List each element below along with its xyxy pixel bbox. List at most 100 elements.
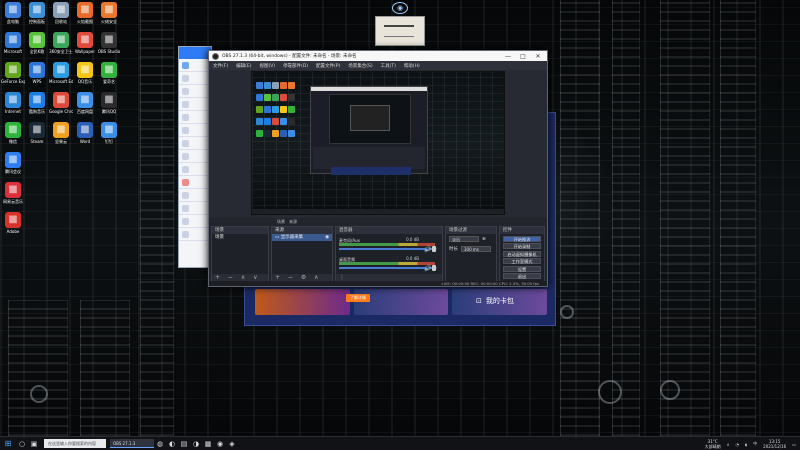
maximize-button[interactable]: □ — [517, 53, 529, 60]
floating-app-badge-icon[interactable]: ◉ — [392, 2, 408, 14]
desktop-shortcut[interactable]: ■ 此电脑 — [1, 2, 25, 24]
desktop-shortcut[interactable]: ■ 火绒安全 — [97, 2, 121, 24]
obs-window-title: OBS 27.1.3 (64-bit, windows) - 配置文件: 未命名… — [222, 54, 357, 59]
obs-window[interactable]: OBS 27.1.3 (64-bit, windows) - 配置文件: 未命名… — [208, 50, 548, 288]
volume-icon[interactable]: ◖ — [745, 442, 747, 447]
desktop-shortcut[interactable]: ■ 控制面板 — [25, 2, 49, 24]
menu-help[interactable]: 帮助(H) — [404, 63, 420, 69]
desktop-shortcut-label: Microsoft — [3, 49, 23, 54]
mic-speaker-icon[interactable]: 🔊⚙ — [424, 246, 437, 253]
studio-mode-button[interactable]: 工作室模式 — [503, 258, 541, 264]
desktop-shortcut[interactable]: ■ Word — [73, 122, 97, 144]
desktop-shortcut[interactable]: ■ 回收站 — [49, 2, 73, 24]
start-streaming-button[interactable]: 开始推流 — [503, 235, 541, 242]
scenes-toolbar[interactable]: + − ∧ ∨ — [212, 274, 268, 281]
tab-sources[interactable]: 来源 — [289, 219, 297, 225]
word-icon: ■ — [77, 122, 93, 138]
taskbar-search-input[interactable]: 在这里输入你要搜索的内容 — [44, 439, 106, 448]
obs-title-bar[interactable]: OBS 27.1.3 (64-bit, windows) - 配置文件: 未命名… — [209, 51, 547, 61]
desktop-shortcut-label: 360安全卫士 — [49, 49, 73, 54]
desktop-shortcut[interactable]: ■ 酷狗音乐 — [25, 92, 49, 114]
tray-chevron-icon[interactable]: ∧ — [727, 442, 730, 447]
learn-more-button[interactable]: 了解详情 — [346, 294, 370, 302]
desktop-shortcut[interactable]: ■ 坚果云 — [49, 122, 73, 144]
folder-taskbar-icon[interactable]: ▤ — [178, 440, 190, 448]
edge-taskbar-icon[interactable]: ◑ — [190, 440, 202, 448]
desktop-shortcut[interactable]: ■Google Chrome — [49, 92, 73, 114]
source-item[interactable]: ▭ 显示器采集 ◉ — [272, 234, 332, 241]
desktop-shortcut-label: Microsoft Edge — [49, 79, 73, 84]
desktop-shortcut[interactable]: ■ 腾讯会议 — [1, 152, 25, 174]
store-taskbar-icon[interactable]: ▦ — [202, 440, 214, 448]
taskbar-clock[interactable]: 13:15 2021/12/16 — [763, 439, 786, 449]
menu-scene-collection[interactable]: 场景集合(S) — [348, 63, 372, 69]
controls-dock: 控件 开始推流 开始录制 启动虚拟摄像机 工作室模式 设置 退出 — [499, 226, 545, 282]
obs-preview-canvas[interactable] — [251, 71, 505, 215]
desktop-shortcut-label: Google Chrome — [49, 109, 73, 114]
add-transition-icon[interactable]: ⊕ — [482, 237, 486, 242]
desktop-shortcut[interactable]: ■ Wallpaper — [73, 32, 97, 54]
menu-tools[interactable]: 工具(T) — [381, 63, 396, 69]
taskbar-pinned-app-icon[interactable]: ▣ — [28, 440, 40, 448]
desktop-shortcut-label: 此电脑 — [7, 19, 19, 24]
transition-type-select[interactable]: 淡出 — [449, 236, 479, 242]
desktop-shortcut[interactable]: ■ 钉钉 — [97, 122, 121, 144]
menu-profile[interactable]: 配置文件(P) — [316, 63, 340, 69]
weather-widget[interactable]: 31°C 大部晴朗 — [705, 439, 721, 449]
desktop-shortcut[interactable]: ■ 360安全卫士 — [49, 32, 73, 54]
desktop-shortcut[interactable]: ■ Steam — [25, 122, 49, 144]
desktop-shortcut-label: Word — [79, 139, 91, 144]
desktop-shortcut-label: 钉钉 — [105, 139, 113, 144]
preview-desktop-icon — [264, 94, 271, 101]
menu-docks[interactable]: 停靠部件(D) — [283, 63, 308, 69]
mixer-toolbar[interactable]: ⋮ — [336, 274, 442, 281]
desktop-speaker-icon[interactable]: 🔊⚙ — [424, 265, 437, 272]
desktop-shortcut[interactable]: ■ Internet — [1, 92, 25, 114]
desktop-shortcut[interactable]: ■GeForce Experience — [1, 62, 25, 84]
mic-channel-db: 0.0 dB — [406, 237, 419, 242]
desktop-shortcut[interactable]: ■ QQ音乐 — [73, 62, 97, 84]
ime-icon[interactable]: 中 — [753, 441, 757, 447]
obs-taskbar-icon[interactable]: ◉ — [214, 440, 226, 448]
desktop-shortcut[interactable]: ■ 百度网盘 — [73, 92, 97, 114]
start-virtual-camera-button[interactable]: 启动虚拟摄像机 — [503, 250, 541, 257]
close-button[interactable]: ✕ — [532, 53, 544, 60]
menu-file[interactable]: 文件(F) — [213, 63, 228, 69]
desktop-shortcut[interactable]: ■ 全民K歌 — [25, 32, 49, 54]
floating-image-thumbnail[interactable] — [375, 16, 425, 46]
windows-start-icon[interactable]: ⊞ — [0, 439, 16, 448]
taskbar-obs-task[interactable]: OBS 27.1.3 — [110, 439, 154, 448]
chrome-taskbar-icon[interactable]: ◍ — [154, 440, 166, 448]
app-taskbar-icon[interactable]: ◈ — [226, 440, 238, 448]
scene-item[interactable]: 场景 — [212, 234, 268, 241]
network-icon[interactable]: ◔ — [736, 442, 740, 447]
desktop-shortcut[interactable]: ■ 网易云音乐 — [1, 182, 25, 204]
preview-desktop-icon — [280, 130, 287, 137]
sources-toolbar[interactable]: + − ⚙ ∧ ∨ — [272, 274, 332, 288]
chat-app-window[interactable] — [178, 46, 212, 268]
desktop-shortcut[interactable]: ■ WPS — [25, 62, 49, 84]
desktop-shortcut[interactable]: ■ 火焰截图 — [73, 2, 97, 24]
eye-icon[interactable]: ◉ — [325, 234, 329, 241]
desktop-shortcut[interactable]: ■ OBS Studio — [97, 32, 121, 54]
duration-input[interactable]: 300 ms — [461, 246, 491, 252]
tab-scenes[interactable]: 场景 — [277, 219, 285, 225]
settings-button[interactable]: 设置 — [503, 265, 541, 272]
card-pack-widget[interactable]: ⊡ 我的卡包 — [476, 294, 548, 308]
minimize-button[interactable]: — — [502, 53, 514, 60]
mic-volume-slider[interactable] — [339, 246, 436, 252]
desktop-shortcut[interactable]: ■ 微信 — [1, 122, 25, 144]
desktop-shortcut[interactable]: ■ 腾讯QQ — [97, 92, 121, 114]
task-view-icon[interactable]: ○ — [16, 440, 28, 448]
desktop-shortcut[interactable]: ■Microsoft Edge — [49, 62, 73, 84]
desktop-volume-slider[interactable] — [339, 265, 436, 271]
start-recording-button[interactable]: 开始录制 — [503, 243, 541, 249]
desktop-shortcut[interactable]: ■ Adobe — [1, 212, 25, 234]
desktop-shortcut[interactable]: ■ Microsoft — [1, 32, 25, 54]
exit-button[interactable]: 退出 — [503, 273, 541, 279]
menu-edit[interactable]: 编辑(E) — [236, 63, 251, 69]
menu-view[interactable]: 视图(V) — [259, 63, 275, 69]
notification-icon[interactable]: ▭ — [792, 442, 796, 447]
wechat-taskbar-icon[interactable]: ◐ — [166, 440, 178, 448]
desktop-shortcut[interactable]: ■ 爱奇艺 — [97, 62, 121, 84]
